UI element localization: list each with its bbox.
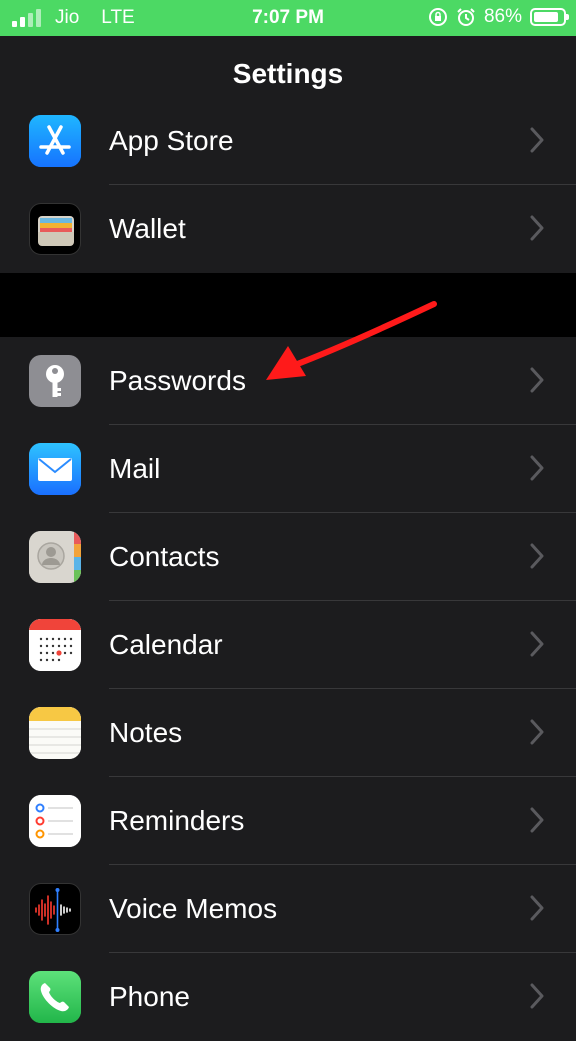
battery-icon — [530, 8, 569, 26]
row-label: Reminders — [109, 805, 245, 836]
chevron-right-icon — [530, 719, 544, 745]
settings-row-wallet[interactable]: Wallet — [0, 185, 576, 273]
chevron-right-icon — [530, 215, 544, 241]
settings-row-voice-memos[interactable]: Voice Memos — [0, 865, 576, 953]
row-label: Voice Memos — [109, 893, 278, 924]
settings-row-calendar[interactable]: Calendar — [0, 601, 576, 689]
settings-row-contacts[interactable]: Contacts — [0, 513, 576, 601]
settings-row-mail[interactable]: Mail — [0, 425, 576, 513]
row-label: Mail — [109, 453, 161, 484]
row-label: Contacts — [109, 541, 220, 572]
row-label: Passwords — [109, 365, 246, 396]
chevron-right-icon — [530, 543, 544, 569]
phone-icon — [29, 971, 81, 1023]
row-label: Calendar — [109, 629, 223, 660]
row-label: Notes — [109, 717, 183, 748]
row-label: Phone — [109, 981, 190, 1012]
voice-memos-icon — [29, 883, 81, 935]
settings-group-apps-1: App Store Wallet — [0, 97, 576, 273]
wallet-icon — [29, 203, 81, 255]
rotation-lock-icon — [428, 8, 447, 26]
chevron-right-icon — [530, 895, 544, 921]
mail-icon — [29, 443, 81, 495]
chevron-right-icon — [530, 367, 544, 393]
calendar-icon — [29, 619, 81, 671]
battery-percent: 86% — [483, 6, 522, 27]
status-bar: Jio LTE 7:07 PM 86% — [0, 0, 576, 36]
settings-row-phone[interactable]: Phone — [0, 953, 576, 1041]
page-title: Settings — [232, 58, 344, 89]
row-label: Wallet — [109, 213, 186, 244]
reminders-icon — [29, 795, 81, 847]
row-label: App Store — [109, 125, 234, 156]
chevron-right-icon — [530, 983, 544, 1009]
chevron-right-icon — [530, 631, 544, 657]
contacts-icon — [29, 531, 81, 583]
settings-row-notes[interactable]: Notes — [0, 689, 576, 777]
chevron-right-icon — [530, 455, 544, 481]
app-store-icon — [29, 115, 81, 167]
settings-row-app-store[interactable]: App Store — [0, 97, 576, 185]
chevron-right-icon — [530, 807, 544, 833]
settings-row-reminders[interactable]: Reminders — [0, 777, 576, 865]
chevron-right-icon — [530, 127, 544, 153]
notes-icon — [29, 707, 81, 759]
settings-row-passwords[interactable]: Passwords — [0, 337, 576, 425]
settings-group-apps-2: Passwords Mail Contacts Calendar Notes R… — [0, 337, 576, 1041]
key-icon — [29, 355, 81, 407]
alarm-icon — [457, 8, 475, 26]
status-right: 86% — [428, 6, 569, 28]
